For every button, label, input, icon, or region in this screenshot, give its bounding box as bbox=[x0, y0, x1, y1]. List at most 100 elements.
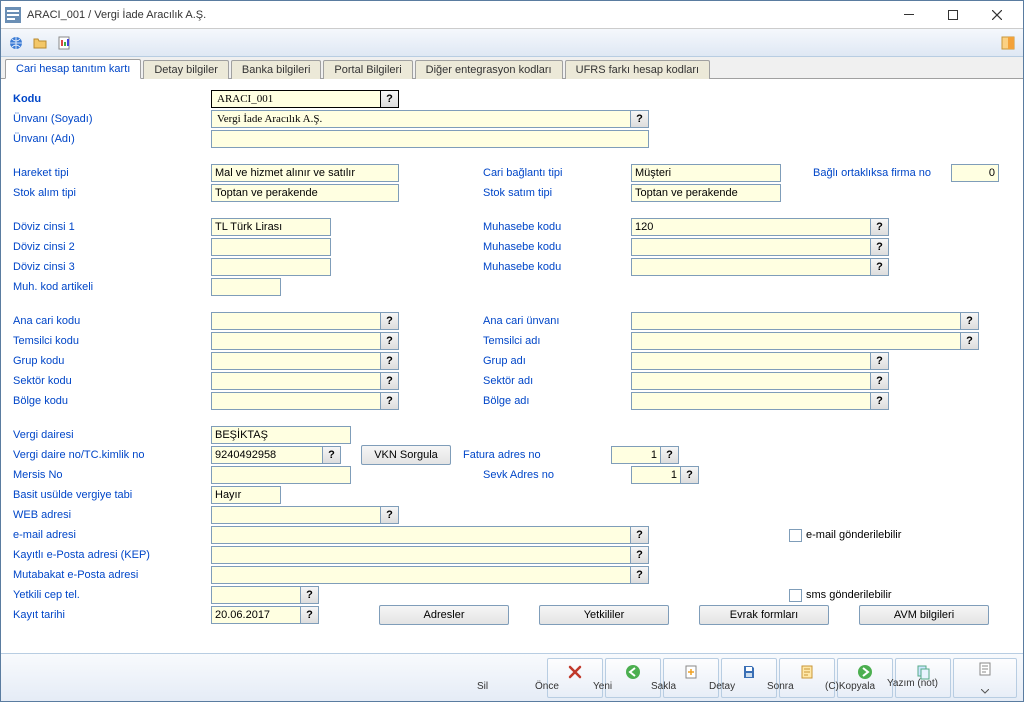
avm-bilgileri-button[interactable]: AVM bilgileri bbox=[859, 605, 989, 625]
label-grup-adi: Grup adı bbox=[481, 355, 631, 367]
input-bolge-adi[interactable] bbox=[631, 392, 871, 410]
lookup-mutabakat[interactable]: ? bbox=[631, 566, 649, 584]
footer-once-button[interactable]: Önce bbox=[605, 658, 661, 698]
input-bolge-kodu[interactable] bbox=[211, 392, 381, 410]
checkbox-sms-gonder[interactable] bbox=[789, 589, 802, 602]
input-unvan-adi[interactable] bbox=[211, 130, 649, 148]
tabs: Cari hesap tanıtım kartı Detay bilgiler … bbox=[1, 57, 1023, 79]
input-email[interactable] bbox=[211, 526, 631, 544]
input-sektor-kodu[interactable] bbox=[211, 372, 381, 390]
lookup-kayit-tarihi[interactable]: ? bbox=[301, 606, 319, 624]
input-stok-satim[interactable]: Toptan ve perakende bbox=[631, 184, 781, 202]
lookup-sektor-adi[interactable]: ? bbox=[871, 372, 889, 390]
footer-yeni-button[interactable]: Yeni bbox=[663, 658, 719, 698]
lookup-grup-adi[interactable]: ? bbox=[871, 352, 889, 370]
toolbar-panel-button[interactable] bbox=[997, 32, 1019, 54]
lookup-grup-kodu[interactable]: ? bbox=[381, 352, 399, 370]
lookup-email[interactable]: ? bbox=[631, 526, 649, 544]
input-doviz3[interactable] bbox=[211, 258, 331, 276]
input-basit-usul[interactable]: Hayır bbox=[211, 486, 281, 504]
adresler-button[interactable]: Adresler bbox=[379, 605, 509, 625]
label-mutabakat: Mutabakat e-Posta adresi bbox=[11, 569, 211, 581]
input-ana-cari-unvani[interactable] bbox=[631, 312, 961, 330]
lookup-temsilci-kodu[interactable]: ? bbox=[381, 332, 399, 350]
lookup-sevk-adres[interactable]: ? bbox=[681, 466, 699, 484]
input-mutabakat[interactable] bbox=[211, 566, 631, 584]
input-muhkod-artikeli[interactable] bbox=[211, 278, 281, 296]
lookup-web[interactable]: ? bbox=[381, 506, 399, 524]
chevron-down-icon bbox=[981, 689, 989, 694]
input-yetkili-cep[interactable] bbox=[211, 586, 301, 604]
input-cari-baglanti[interactable]: Müşteri bbox=[631, 164, 781, 182]
input-fatura-adres[interactable]: 1 bbox=[611, 446, 661, 464]
input-grup-adi[interactable] bbox=[631, 352, 871, 370]
footer-yazim-button[interactable]: Yazım (not) bbox=[953, 658, 1017, 698]
label-bolge-adi: Bölge adı bbox=[481, 395, 631, 407]
input-vergi-no[interactable]: 9240492958 bbox=[211, 446, 323, 464]
input-unvan-soyadi[interactable] bbox=[211, 110, 631, 128]
input-temsilci-kodu[interactable] bbox=[211, 332, 381, 350]
lookup-ana-cari-kodu[interactable]: ? bbox=[381, 312, 399, 330]
input-hareket-tipi[interactable]: Mal ve hizmet alınır ve satılır bbox=[211, 164, 399, 182]
maximize-button[interactable] bbox=[931, 2, 975, 28]
tab-ufrs[interactable]: UFRS farkı hesap kodları bbox=[565, 60, 711, 79]
input-doviz2[interactable] bbox=[211, 238, 331, 256]
input-muh-kodu-3[interactable] bbox=[631, 258, 871, 276]
lookup-temsilci-adi[interactable]: ? bbox=[961, 332, 979, 350]
footer-sakla-button[interactable]: Sakla bbox=[721, 658, 777, 698]
lookup-sektor-kodu[interactable]: ? bbox=[381, 372, 399, 390]
input-grup-kodu[interactable] bbox=[211, 352, 381, 370]
lookup-yetkili-cep[interactable]: ? bbox=[301, 586, 319, 604]
label-muh-kodu-3: Muhasebe kodu bbox=[481, 261, 631, 273]
tab-diger[interactable]: Diğer entegrasyon kodları bbox=[415, 60, 563, 79]
input-mersis[interactable] bbox=[211, 466, 351, 484]
yetkililer-button[interactable]: Yetkililer bbox=[539, 605, 669, 625]
lookup-kodu[interactable]: ? bbox=[381, 90, 399, 108]
input-stok-alim[interactable]: Toptan ve perakende bbox=[211, 184, 399, 202]
toolbar-globe-button[interactable] bbox=[5, 32, 27, 54]
footer-sil-button[interactable]: Sil bbox=[547, 658, 603, 698]
input-sevk-adres[interactable]: 1 bbox=[631, 466, 681, 484]
input-sektor-adi[interactable] bbox=[631, 372, 871, 390]
input-muh-kodu-1[interactable]: 120 bbox=[631, 218, 871, 236]
vkn-sorgula-button[interactable]: VKN Sorgula bbox=[361, 445, 451, 465]
label-temsilci-adi: Temsilci adı bbox=[481, 335, 631, 347]
toolbar-folder-button[interactable] bbox=[29, 32, 51, 54]
label-bagli-ortaklik: Bağlı ortaklıksa firma no bbox=[811, 167, 951, 179]
lookup-kep[interactable]: ? bbox=[631, 546, 649, 564]
evrak-formlari-button[interactable]: Evrak formları bbox=[699, 605, 829, 625]
input-doviz1[interactable]: TL Türk Lirası bbox=[211, 218, 331, 236]
footer-detay-button[interactable]: Detay bbox=[779, 658, 835, 698]
label-basit-usul: Basit usülde vergiye tabi bbox=[11, 489, 211, 501]
input-kep[interactable] bbox=[211, 546, 631, 564]
input-temsilci-adi[interactable] bbox=[631, 332, 961, 350]
label-vergi-no: Vergi daire no/TC.kimlik no bbox=[11, 449, 211, 461]
toolbar-report-button[interactable] bbox=[53, 32, 75, 54]
close-button[interactable] bbox=[975, 2, 1019, 28]
input-ana-cari-kodu[interactable] bbox=[211, 312, 381, 330]
lookup-bolge-kodu[interactable]: ? bbox=[381, 392, 399, 410]
label-temsilci-kodu: Temsilci kodu bbox=[11, 335, 211, 347]
tab-portal[interactable]: Portal Bilgileri bbox=[323, 60, 412, 79]
lookup-vergi-no[interactable]: ? bbox=[323, 446, 341, 464]
lookup-bolge-adi[interactable]: ? bbox=[871, 392, 889, 410]
input-vergi-dairesi[interactable]: BEŞİKTAŞ bbox=[211, 426, 351, 444]
input-bagli-ortaklik[interactable]: 0 bbox=[951, 164, 999, 182]
tab-detay[interactable]: Detay bilgiler bbox=[143, 60, 229, 79]
delete-icon bbox=[567, 664, 583, 680]
minimize-button[interactable] bbox=[887, 2, 931, 28]
input-kayit-tarihi[interactable]: 20.06.2017 bbox=[211, 606, 301, 624]
input-muh-kodu-2[interactable] bbox=[631, 238, 871, 256]
checkbox-email-gonder[interactable] bbox=[789, 529, 802, 542]
label-kayit-tarihi: Kayıt tarihi bbox=[11, 609, 211, 621]
input-kodu[interactable] bbox=[211, 90, 381, 108]
tab-banka[interactable]: Banka bilgileri bbox=[231, 60, 321, 79]
lookup-ana-cari-unvani[interactable]: ? bbox=[961, 312, 979, 330]
input-web[interactable] bbox=[211, 506, 381, 524]
lookup-muh-kodu-1[interactable]: ? bbox=[871, 218, 889, 236]
lookup-unvan-soyadi[interactable]: ? bbox=[631, 110, 649, 128]
tab-cari-hesap[interactable]: Cari hesap tanıtım kartı bbox=[5, 59, 141, 79]
lookup-muh-kodu-3[interactable]: ? bbox=[871, 258, 889, 276]
lookup-fatura-adres[interactable]: ? bbox=[661, 446, 679, 464]
lookup-muh-kodu-2[interactable]: ? bbox=[871, 238, 889, 256]
